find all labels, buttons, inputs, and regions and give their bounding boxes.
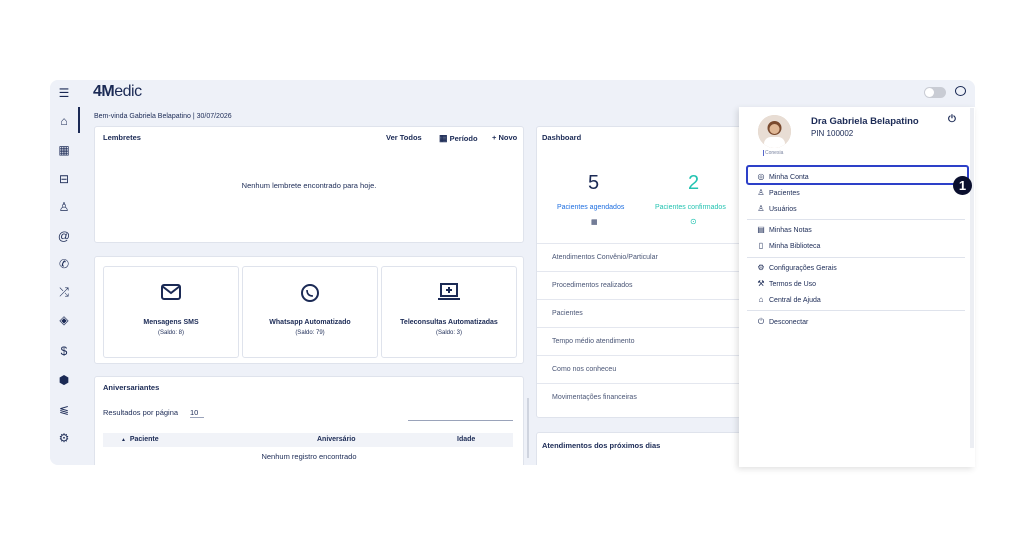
dashboard-row[interactable]: Procedimentos realizados xyxy=(537,271,765,299)
laptop-plus-icon xyxy=(382,283,516,307)
service-name: Mensagens SMS xyxy=(143,319,199,326)
highlight-box xyxy=(746,165,969,185)
upcoming-title: Atendimentos dos próximos dias xyxy=(542,441,661,450)
scheduled-label[interactable]: Pacientes agendados xyxy=(557,204,624,211)
gear-icon: ⚙ xyxy=(757,263,765,272)
new-reminder-button[interactable]: + Novo xyxy=(492,133,517,142)
reminders-card: Lembretes Ver Todos ▦ Período + Novo Nen… xyxy=(94,126,524,243)
book-icon: ▯ xyxy=(758,241,764,250)
service-balance: (Saldo: 8) xyxy=(157,330,184,336)
whatsapp-service[interactable]: Whatsapp Automatizado (Saldo: 79) xyxy=(242,266,378,358)
service-balance: (Saldo: 79) xyxy=(295,330,325,336)
calendar-icon: ▦ xyxy=(591,219,598,226)
graduation-icon: ⌂ xyxy=(758,295,764,304)
divider xyxy=(747,257,965,258)
gear-icon[interactable]: ⚙ xyxy=(57,431,71,445)
whatsapp-icon xyxy=(243,283,377,309)
dashboard-title: Dashboard xyxy=(542,133,582,142)
check-circle-icon: ⊙ xyxy=(690,217,697,226)
user-icon[interactable]: ♙ xyxy=(57,200,71,214)
menu-settings[interactable]: ⚙ Configurações Gerais xyxy=(755,262,836,274)
services-card: Mensagens SMS (Saldo: 8) Whatsapp Automa… xyxy=(94,256,524,364)
menu-users[interactable]: ♙ Usuários xyxy=(755,203,796,215)
search-field[interactable] xyxy=(408,420,513,421)
reminders-title: Lembretes xyxy=(103,133,141,142)
app-logo[interactable]: 4Medic xyxy=(93,83,142,101)
confirmed-count: 2 xyxy=(688,172,700,194)
sms-service[interactable]: Mensagens SMS (Saldo: 8) xyxy=(103,266,239,358)
per-page-select[interactable]: 10 xyxy=(190,408,204,418)
menu-terms[interactable]: ⚒ Termos de Uso xyxy=(755,278,816,290)
welcome-text: Bem-vinda Gabriela Belapatino | 30/07/20… xyxy=(94,113,232,120)
users-icon: ♙ xyxy=(757,204,765,213)
power-icon[interactable]: ⏻ xyxy=(948,114,956,125)
active-indicator xyxy=(78,107,80,133)
col-birthday[interactable]: Aniversário xyxy=(317,433,356,447)
scrollbar[interactable] xyxy=(527,398,529,458)
at-icon[interactable]: @ xyxy=(57,229,71,243)
view-all-link[interactable]: Ver Todos xyxy=(386,133,422,142)
profile-tag: Conesia xyxy=(763,150,784,156)
teleconsult-service[interactable]: Teleconsultas Automatizadas (Saldo: 3) xyxy=(381,266,517,358)
gavel-icon: ⚒ xyxy=(757,279,765,288)
dashboard-row[interactable]: Movimentações financeiras xyxy=(537,383,765,411)
upcoming-card: Atendimentos dos próximos dias xyxy=(536,432,766,465)
profile-dropdown: Conesia Dra Gabriela Belapatino PIN 1000… xyxy=(739,107,975,467)
dashboard-row[interactable]: Atendimentos Convênio/Particular xyxy=(537,243,765,271)
patients-icon: ♙ xyxy=(757,188,765,197)
service-name: Teleconsultas Automatizadas xyxy=(400,319,498,326)
calendar-icon: ▦ xyxy=(439,133,448,143)
power-icon: ⏻ xyxy=(757,317,765,326)
scheduled-count: 5 xyxy=(588,172,600,194)
envelope-icon xyxy=(104,283,238,306)
sidebar: ☰ ⌂ ▦ ⊟ ♙ @ ✆ ⤮ ◈ $ ⬢ ⫹ ⚙ xyxy=(50,80,80,465)
birthdays-title: Aniversariantes xyxy=(103,383,160,392)
col-age[interactable]: Idade xyxy=(457,433,475,447)
dashboard-row[interactable]: Tempo médio atendimento xyxy=(537,327,765,355)
calendar-icon[interactable]: ▦ xyxy=(57,143,71,157)
menu-icon[interactable]: ☰ xyxy=(57,86,71,100)
box-icon[interactable]: ⬢ xyxy=(57,373,71,387)
col-patient[interactable]: ▲ Paciente xyxy=(121,433,159,447)
dollar-icon[interactable]: $ xyxy=(57,344,71,358)
menu-patients[interactable]: ♙ Pacientes xyxy=(755,187,799,199)
profile-name: Dra Gabriela Belapatino xyxy=(811,116,919,127)
chat-icon[interactable] xyxy=(955,86,966,96)
dashboard-row[interactable]: Como nos conheceu xyxy=(537,355,765,383)
phone-icon[interactable]: ✆ xyxy=(57,257,71,271)
per-page-label: Resultados por página xyxy=(103,408,179,417)
home-icon[interactable]: ⌂ xyxy=(57,114,71,128)
menu-my-notes[interactable]: ▤ Minhas Notas xyxy=(755,224,812,236)
profile-photo xyxy=(758,115,791,148)
profile-pin: PIN 100002 xyxy=(811,129,854,138)
step-badge: 1 xyxy=(953,176,972,195)
menu-help-center[interactable]: ⌂ Central de Ajuda xyxy=(755,294,821,306)
service-name: Whatsapp Automatizado xyxy=(269,319,351,326)
top-bar: 4Medic xyxy=(79,80,975,104)
birthdays-card: Aniversariantes Resultados por página 10… xyxy=(94,376,524,465)
menu-logout[interactable]: ⏻ Desconectar xyxy=(755,316,808,328)
reminders-empty: Nenhum lembrete encontrado para hoje. xyxy=(241,181,377,190)
dashboard-row[interactable]: Pacientes xyxy=(537,299,765,327)
birthdays-empty: Nenhum registro encontrado xyxy=(261,452,357,461)
service-balance: (Saldo: 3) xyxy=(435,330,462,336)
chart-icon[interactable]: ⫹ xyxy=(57,402,71,416)
divider xyxy=(747,310,965,311)
period-button[interactable]: ▦ Período xyxy=(439,133,478,144)
dashboard-card: Dashboard 5 Pacientes agendados ▦ 2 Paci… xyxy=(536,126,766,418)
tag-icon[interactable]: ◈ xyxy=(57,313,71,327)
menu-my-library[interactable]: ▯ Minha Biblioteca xyxy=(755,240,821,252)
dropdown-scrollbar[interactable] xyxy=(970,108,974,448)
arrows-icon[interactable]: ⤮ xyxy=(57,285,71,299)
table-header: ▲ Paciente Aniversário Idade xyxy=(103,433,513,447)
confirmed-label[interactable]: Pacientes confirmados xyxy=(655,204,726,211)
notes-icon: ▤ xyxy=(757,225,765,234)
sofa-icon[interactable]: ⊟ xyxy=(57,172,71,186)
divider xyxy=(747,219,965,220)
theme-toggle[interactable] xyxy=(924,87,946,98)
